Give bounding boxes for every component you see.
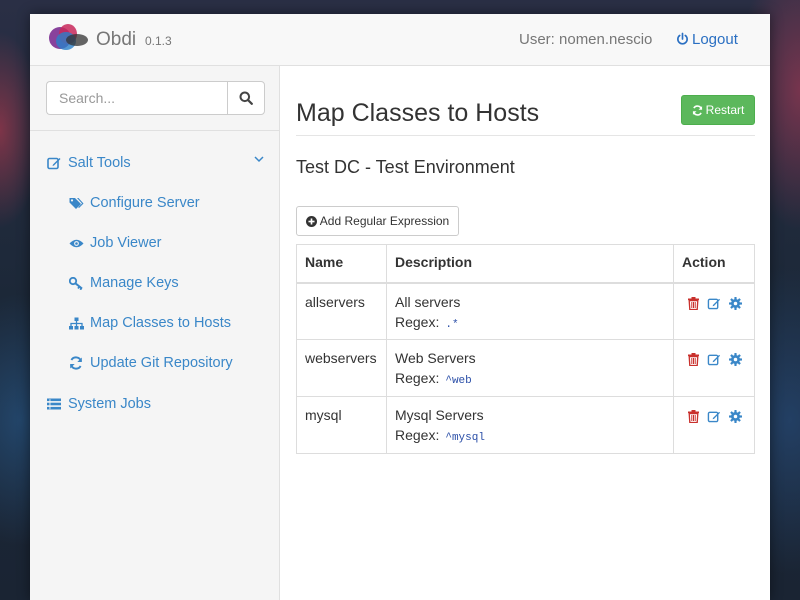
environment-subtitle: Test DC - Test Environment [296, 157, 515, 177]
table-row: mysql Mysql Servers Regex: ^mysql [296, 396, 755, 454]
delete-icon[interactable] [688, 296, 699, 310]
sidebar: Salt Tools Configure Server [30, 66, 280, 600]
regex-value: .* [445, 318, 459, 331]
sidebar-search [30, 66, 279, 131]
search-button[interactable] [227, 81, 265, 115]
sidebar-item-job-viewer[interactable]: Job Viewer [68, 235, 161, 251]
row-regex: Regex: .* [395, 314, 665, 331]
edit-icon[interactable] [707, 410, 721, 423]
chevron-down-icon[interactable] [254, 155, 264, 163]
refresh-icon [692, 104, 702, 116]
sidebar-item-configure-server[interactable]: Configure Server [68, 195, 200, 211]
main-content: Map Classes to Hosts Restart Test DC - T… [280, 66, 770, 600]
regex-value: ^web [445, 375, 472, 387]
regex-label: Regex: [395, 313, 440, 330]
tags-icon [68, 197, 84, 210]
search-input[interactable] [46, 81, 228, 115]
sidebar-item-label: System Jobs [68, 396, 151, 412]
logout-label: Logout [692, 31, 738, 48]
list-icon [46, 398, 62, 410]
restart-label: Restart [705, 103, 745, 117]
edit-icon [46, 156, 62, 170]
sidebar-item-system-jobs[interactable]: System Jobs [46, 396, 151, 412]
eye-icon [68, 238, 84, 249]
sidebar-group-label: Salt Tools [68, 155, 131, 171]
restart-button[interactable]: Restart [681, 95, 755, 125]
sidebar-group-salt-tools[interactable]: Salt Tools [46, 155, 131, 171]
refresh-icon [68, 356, 84, 370]
row-name-text: mysql [305, 407, 342, 423]
regex-table: Name Description Action allservers All s… [296, 244, 755, 454]
row-regex: Regex: ^web [395, 370, 665, 387]
sidebar-item-label: Update Git Repository [90, 355, 233, 371]
sidebar-item-label: Map Classes to Hosts [90, 315, 232, 331]
power-icon [677, 32, 688, 45]
table-header-row: Name Description Action [296, 244, 755, 284]
column-header-description: Description [386, 244, 674, 284]
row-actions [673, 339, 755, 397]
column-header-action: Action [673, 244, 755, 284]
add-regular-expression-button[interactable]: Add Regular Expression [296, 206, 459, 236]
app-window: Obdi 0.1.3 User: nomen.nescio Logout Sea… [30, 14, 770, 600]
row-name: mysql [296, 396, 387, 454]
title-divider [296, 135, 755, 136]
row-name-text: allservers [305, 293, 365, 310]
row-regex: Regex: ^mysql [395, 427, 665, 444]
row-description: All servers Regex: .* [386, 282, 674, 340]
sidebar-item-label: Job Viewer [90, 235, 162, 251]
logout-link[interactable]: Logout [676, 31, 738, 48]
row-description-text: Mysql Servers [395, 407, 484, 423]
obdi-logo-icon [49, 24, 88, 50]
table-row: webservers Web Servers Regex: ^web [296, 339, 755, 397]
regex-label: Regex: [395, 370, 440, 386]
gear-icon[interactable] [729, 296, 742, 310]
add-label: Add Regular Expression [319, 214, 450, 228]
delete-icon[interactable] [688, 410, 699, 423]
search-icon [239, 91, 253, 105]
row-name: webservers [296, 339, 387, 397]
sidebar-item-update-git-repository[interactable]: Update Git Repository [68, 355, 233, 371]
delete-icon[interactable] [688, 353, 699, 366]
row-name: allservers [296, 282, 387, 340]
version-label: 0.1.3 [145, 34, 172, 48]
sidebar-item-label: Manage Keys [90, 275, 179, 291]
sidebar-item-manage-keys[interactable]: Manage Keys [68, 275, 179, 291]
row-actions [673, 282, 755, 340]
table-row: allservers All servers Regex: .* [296, 282, 755, 340]
column-header-name: Name [296, 244, 387, 284]
edit-icon[interactable] [707, 353, 721, 366]
regex-value: ^mysql [445, 432, 485, 444]
sitemap-icon [68, 317, 84, 330]
user-label: User: nomen.nescio [519, 31, 653, 48]
page-title: Map Classes to Hosts [296, 99, 540, 127]
row-description: Mysql Servers Regex: ^mysql [386, 396, 674, 454]
gear-icon[interactable] [729, 353, 742, 366]
plus-circle-icon [305, 215, 317, 227]
row-actions [673, 396, 755, 454]
navbar: Obdi 0.1.3 User: nomen.nescio Logout [30, 14, 770, 66]
regex-label: Regex: [395, 427, 440, 443]
brand-name[interactable]: Obdi [96, 29, 136, 51]
sidebar-item-label: Configure Server [90, 195, 200, 211]
gear-icon[interactable] [729, 410, 742, 423]
key-icon [68, 276, 84, 290]
row-description-text: All servers [395, 293, 461, 310]
row-name-text: webservers [305, 350, 377, 366]
sidebar-item-map-classes-to-hosts[interactable]: Map Classes to Hosts [68, 315, 231, 331]
row-description: Web Servers Regex: ^web [386, 339, 674, 397]
edit-icon[interactable] [707, 297, 721, 310]
row-description-text: Web Servers [395, 350, 476, 366]
